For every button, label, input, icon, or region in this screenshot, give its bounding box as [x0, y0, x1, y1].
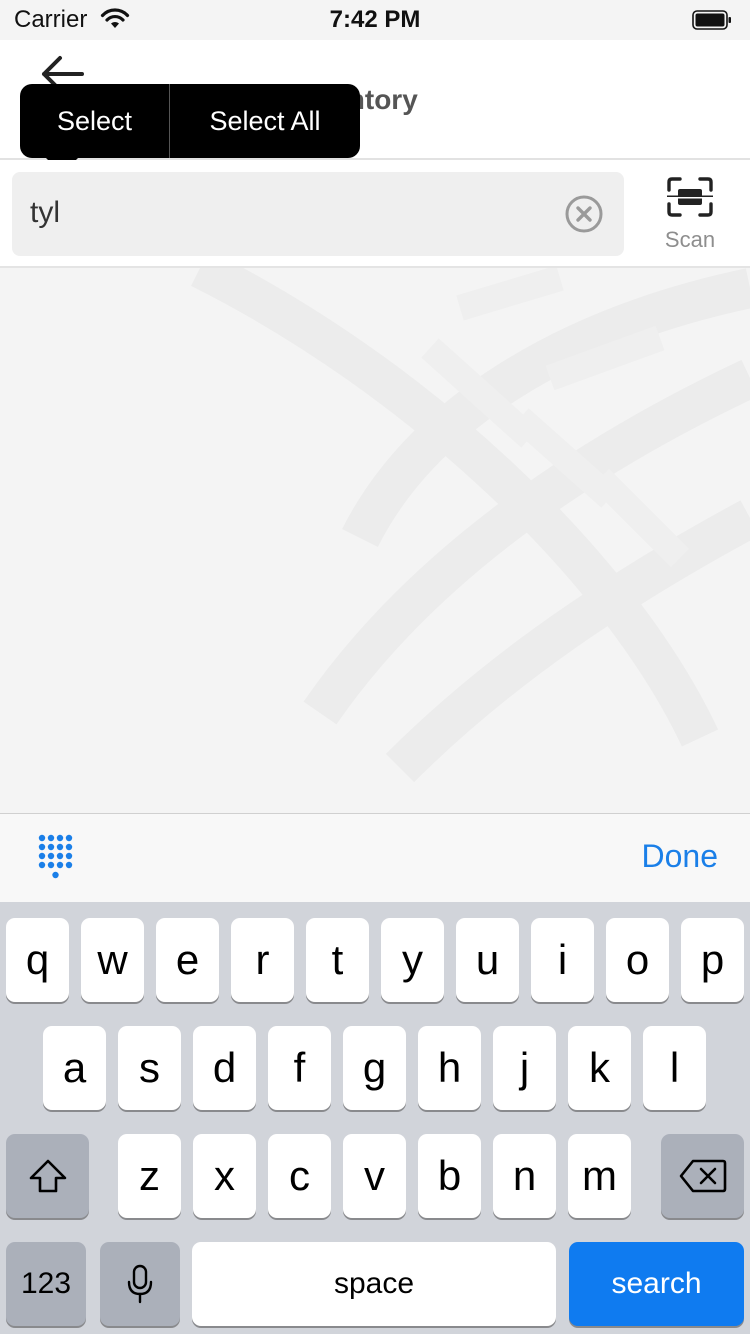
key-c[interactable]: c [268, 1134, 331, 1218]
clear-icon[interactable] [564, 194, 604, 234]
barcode-scan-icon [665, 177, 715, 217]
key-h[interactable]: h [418, 1026, 481, 1110]
key-z[interactable]: z [118, 1134, 181, 1218]
keypad-icon[interactable] [38, 834, 74, 882]
key-v[interactable]: v [343, 1134, 406, 1218]
key-s[interactable]: s [118, 1026, 181, 1110]
edit-menu-popup: Select Select All [20, 84, 360, 158]
key-b[interactable]: b [418, 1134, 481, 1218]
key-m[interactable]: m [568, 1134, 631, 1218]
delete-key[interactable] [661, 1134, 744, 1218]
numbers-key[interactable]: 123 [6, 1242, 86, 1326]
clock: 7:42 PM [329, 6, 421, 33]
keyboard-accessory-bar: Done [0, 813, 750, 902]
space-key[interactable]: space [192, 1242, 556, 1326]
key-l[interactable]: l [643, 1026, 706, 1110]
select-all-button[interactable]: Select All [170, 84, 360, 158]
dictation-key[interactable] [100, 1242, 180, 1326]
key-k[interactable]: k [568, 1026, 631, 1110]
shift-key[interactable] [6, 1134, 89, 1218]
done-button[interactable]: Done [642, 838, 719, 875]
key-e[interactable]: e [156, 918, 219, 1002]
key-y[interactable]: y [381, 918, 444, 1002]
key-r[interactable]: r [231, 918, 294, 1002]
select-button[interactable]: Select [20, 84, 170, 158]
key-w[interactable]: w [81, 918, 144, 1002]
results-area [0, 268, 750, 813]
shift-icon [29, 1159, 66, 1193]
key-t[interactable]: t [306, 918, 369, 1002]
keyboard: q w e r t y u i o p a s d f g h j k l z … [0, 902, 750, 1334]
key-n[interactable]: n [493, 1134, 556, 1218]
status-bar: Carrier 7:42 PM [0, 0, 750, 40]
microphone-icon [127, 1264, 153, 1304]
search-bar: tyl Scan [0, 160, 750, 268]
key-q[interactable]: q [6, 918, 69, 1002]
key-j[interactable]: j [493, 1026, 556, 1110]
key-g[interactable]: g [343, 1026, 406, 1110]
key-u[interactable]: u [456, 918, 519, 1002]
search-input[interactable]: tyl [12, 172, 624, 256]
backspace-icon [679, 1159, 726, 1193]
key-p[interactable]: p [681, 918, 744, 1002]
key-a[interactable]: a [43, 1026, 106, 1110]
scan-button[interactable]: Scan [650, 176, 730, 256]
battery-icon [692, 10, 731, 30]
key-f[interactable]: f [268, 1026, 331, 1110]
scan-label: Scan [664, 227, 716, 252]
key-x[interactable]: x [193, 1134, 256, 1218]
key-o[interactable]: o [606, 918, 669, 1002]
key-d[interactable]: d [193, 1026, 256, 1110]
search-input-value: tyl [30, 196, 60, 229]
search-key[interactable]: search [569, 1242, 744, 1326]
key-i[interactable]: i [531, 918, 594, 1002]
watermark-logo [191, 268, 750, 783]
